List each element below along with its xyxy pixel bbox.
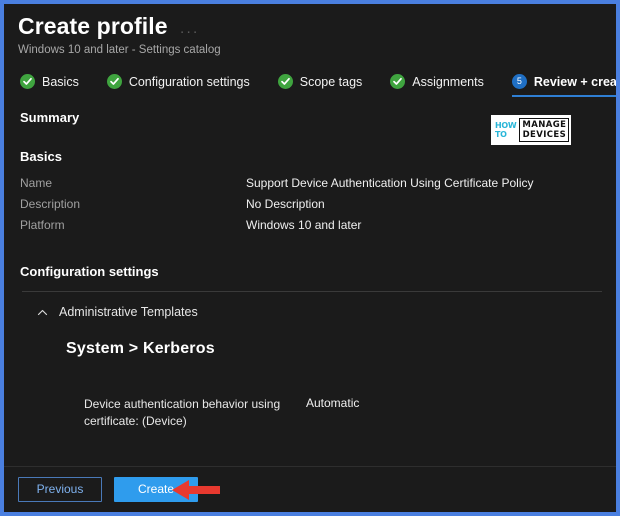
active-step-underline [511,95,616,97]
title-row: Create profile ··· [18,14,616,39]
step-label: Basics [42,74,79,89]
check-icon [277,74,293,89]
setting-value: Automatic [306,396,360,410]
step-label: Configuration settings [128,74,250,89]
wizard-footer: Previous Create [4,467,616,511]
more-options-icon[interactable]: ··· [180,14,200,39]
step-label: Scope tags [299,74,363,89]
field-value: Support Device Authentication Using Cert… [246,176,534,190]
step-number-badge: 5 [511,74,527,89]
step-assignments[interactable]: Assignments [390,71,484,97]
field-value: Windows 10 and later [246,218,362,232]
step-number: 5 [516,76,522,86]
settings-category-heading: System > Kerberos [66,340,215,357]
configuration-settings-heading: Configuration settings [20,264,159,279]
chevron-up-icon[interactable] [36,306,49,319]
page-title: Create profile [18,13,168,39]
section-divider [22,291,602,292]
logo-right-box: MANAGE DEVICES [519,118,570,142]
group-label: Administrative Templates [59,305,198,319]
setting-row: Device authentication behavior using cer… [84,396,602,431]
logo-line-manage: MANAGE [522,120,567,130]
step-basics[interactable]: Basics [20,71,79,97]
step-review-create[interactable]: 5 Review + create [511,71,620,97]
field-value: No Description [246,197,325,211]
screenshot-frame: Create profile ··· Windows 10 and later … [0,0,620,516]
basics-row-platform: Platform Windows 10 and later [20,218,602,239]
previous-button[interactable]: Previous [18,476,102,502]
logo-line-to: TO [495,130,507,139]
basics-heading: Basics [20,149,62,164]
basics-list: Name Support Device Authentication Using… [20,176,602,239]
step-label: Review + create [533,74,620,89]
step-label: Assignments [412,74,484,89]
field-label: Platform [20,218,65,232]
field-label: Name [20,176,53,190]
basics-row-name: Name Support Device Authentication Using… [20,176,602,197]
page-header: Create profile ··· Windows 10 and later … [4,4,616,62]
check-icon [390,74,406,89]
page-subtitle: Windows 10 and later - Settings catalog [18,44,221,56]
step-scope-tags[interactable]: Scope tags [277,71,363,97]
basics-row-description: Description No Description [20,197,602,218]
how-to-manage-devices-logo: HOW TO MANAGE DEVICES [491,115,571,145]
review-content: Summary Basics Name Support Device Authe… [4,110,616,466]
wizard-steps: Basics Configuration settings Scope tags… [4,62,616,97]
create-button[interactable]: Create [114,476,198,502]
step-configuration-settings[interactable]: Configuration settings [106,71,250,97]
check-icon [106,74,122,89]
check-icon [20,74,35,89]
logo-left-text: HOW TO [495,118,517,142]
setting-name: Device authentication behavior using cer… [84,397,281,429]
field-label: Description [20,197,81,211]
group-administrative-templates[interactable]: Administrative Templates [36,305,602,319]
logo-line-how: HOW [495,121,517,130]
logo-line-devices: DEVICES [522,130,567,140]
